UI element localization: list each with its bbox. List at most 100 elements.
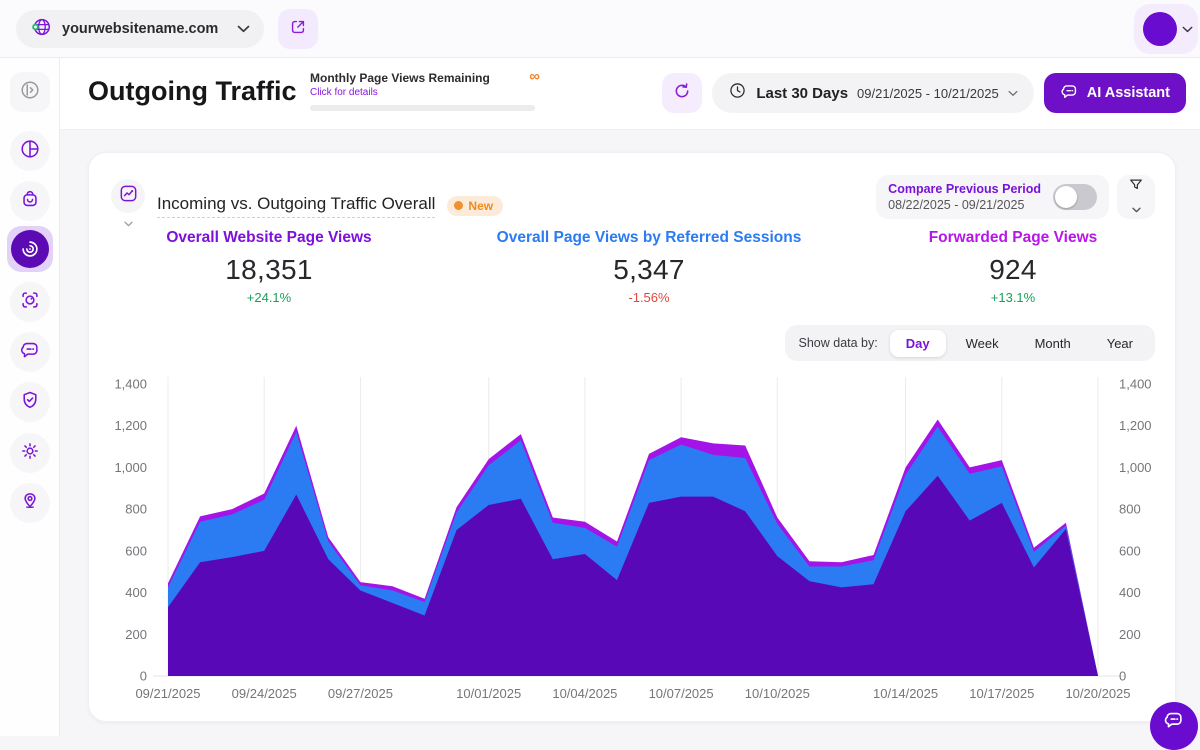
sidebar-item-settings[interactable] bbox=[10, 433, 50, 473]
sidebar-item-outgoing-traffic-active[interactable] bbox=[7, 226, 53, 272]
refresh-button[interactable] bbox=[662, 73, 702, 113]
traffic-swirl-icon bbox=[11, 230, 49, 268]
chat-bubble-icon bbox=[1163, 709, 1185, 736]
filter-button[interactable] bbox=[1117, 175, 1155, 219]
svg-text:1,000: 1,000 bbox=[114, 460, 147, 475]
stat-value: 924 bbox=[849, 254, 1177, 286]
sidebar-item-collapse[interactable] bbox=[10, 72, 50, 112]
new-badge: New bbox=[447, 196, 503, 216]
location-pin-icon bbox=[19, 490, 41, 517]
svg-text:800: 800 bbox=[125, 502, 147, 517]
gear-icon bbox=[19, 440, 41, 467]
show-data-by-label: Show data by: bbox=[799, 336, 878, 350]
sidebar-nav bbox=[0, 58, 60, 736]
chevron-down-icon bbox=[1008, 84, 1018, 102]
chat-bubble-icon bbox=[1060, 82, 1079, 105]
external-link-icon bbox=[288, 17, 308, 42]
focus-scan-icon bbox=[19, 289, 41, 316]
granularity-day[interactable]: Day bbox=[890, 330, 946, 357]
support-chat-fab[interactable] bbox=[1150, 702, 1198, 750]
stat-forwarded-page-views: Forwarded Page Views 924 +13.1% bbox=[849, 229, 1177, 305]
stat-label[interactable]: Overall Page Views by Referred Sessions bbox=[449, 229, 849, 247]
page-header: Outgoing Traffic Monthly Page Views Rema… bbox=[60, 58, 1200, 130]
svg-text:10/04/2025: 10/04/2025 bbox=[552, 686, 617, 701]
svg-text:400: 400 bbox=[1119, 585, 1141, 600]
svg-text:0: 0 bbox=[140, 669, 147, 684]
svg-text:1,400: 1,400 bbox=[1119, 377, 1152, 392]
date-preset-label: Last 30 Days bbox=[756, 85, 848, 102]
sidebar-item-scan[interactable] bbox=[10, 282, 50, 322]
chart-type-selector[interactable] bbox=[111, 179, 145, 232]
stat-delta: +13.1% bbox=[849, 290, 1177, 305]
compare-previous-period: Compare Previous Period 08/22/2025 - 09/… bbox=[876, 175, 1109, 219]
svg-text:10/10/2025: 10/10/2025 bbox=[745, 686, 810, 701]
orange-dot-icon bbox=[454, 201, 463, 210]
show-data-by-control: Show data by: Day Week Month Year bbox=[785, 325, 1156, 361]
monthly-views-label: Monthly Page Views Remaining bbox=[310, 71, 490, 85]
date-range-picker[interactable]: Last 30 Days 09/21/2025 - 10/21/2025 bbox=[712, 73, 1033, 113]
svg-text:10/07/2025: 10/07/2025 bbox=[649, 686, 714, 701]
sidebar-item-locations[interactable] bbox=[10, 483, 50, 523]
page-title: Outgoing Traffic bbox=[88, 76, 297, 107]
stat-delta: -1.56% bbox=[449, 290, 849, 305]
clock-icon bbox=[728, 81, 747, 105]
granularity-month[interactable]: Month bbox=[1019, 330, 1087, 357]
ai-assistant-button[interactable]: AI Assistant bbox=[1044, 73, 1186, 113]
top-bar: yourwebsitename.com bbox=[0, 0, 1200, 58]
svg-text:400: 400 bbox=[125, 585, 147, 600]
stat-delta: +24.1% bbox=[89, 290, 449, 305]
chat-bubble-icon bbox=[19, 339, 41, 366]
sidebar-item-store[interactable] bbox=[10, 181, 50, 221]
arrow-right-circle-icon bbox=[19, 79, 41, 106]
svg-text:600: 600 bbox=[1119, 543, 1141, 558]
stat-referred-sessions: Overall Page Views by Referred Sessions … bbox=[449, 229, 849, 305]
traffic-chart-svg: 0 0 200 200 400 400 600 600 800 800 1,000 1,000 1,20… bbox=[89, 371, 1177, 711]
avatar bbox=[1143, 12, 1177, 46]
traffic-chart[interactable]: 0 0 200 200 400 400 600 600 800 800 1,000 1,000 1,20… bbox=[89, 371, 1177, 711]
globe-icon bbox=[30, 16, 52, 43]
shopping-bag-icon bbox=[19, 188, 41, 215]
chevron-down-icon bbox=[1132, 200, 1141, 218]
pie-chart-icon bbox=[19, 138, 41, 165]
svg-text:09/24/2025: 09/24/2025 bbox=[232, 686, 297, 701]
compare-toggle[interactable] bbox=[1053, 184, 1097, 210]
stat-label[interactable]: Overall Website Page Views bbox=[89, 229, 449, 247]
svg-text:1,200: 1,200 bbox=[114, 418, 147, 433]
svg-text:10/14/2025: 10/14/2025 bbox=[873, 686, 938, 701]
shield-check-icon bbox=[19, 389, 41, 416]
monthly-views-progress-bar bbox=[310, 105, 535, 111]
stat-label[interactable]: Forwarded Page Views bbox=[849, 229, 1177, 247]
svg-text:1,400: 1,400 bbox=[114, 377, 147, 392]
sidebar-item-security[interactable] bbox=[10, 382, 50, 422]
stat-value: 5,347 bbox=[449, 254, 849, 286]
website-selector[interactable]: yourwebsitename.com bbox=[16, 10, 264, 48]
chevron-down-icon bbox=[1182, 20, 1193, 38]
svg-text:600: 600 bbox=[125, 543, 147, 558]
account-menu[interactable] bbox=[1134, 4, 1198, 54]
granularity-year[interactable]: Year bbox=[1091, 330, 1149, 357]
sidebar-item-dashboard[interactable] bbox=[10, 131, 50, 171]
date-range-value: 09/21/2025 - 10/21/2025 bbox=[857, 86, 999, 101]
open-website-button[interactable] bbox=[278, 9, 318, 49]
refresh-icon bbox=[672, 81, 692, 106]
funnel-icon bbox=[1127, 176, 1145, 199]
svg-text:1,000: 1,000 bbox=[1119, 460, 1152, 475]
traffic-overview-card: Incoming vs. Outgoing Traffic Overall Ne… bbox=[88, 152, 1176, 722]
compare-range: 08/22/2025 - 09/21/2025 bbox=[888, 198, 1041, 212]
stat-value: 18,351 bbox=[89, 254, 449, 286]
stat-overall-page-views: Overall Website Page Views 18,351 +24.1% bbox=[89, 229, 449, 305]
monthly-page-views-widget[interactable]: Monthly Page Views Remaining Click for d… bbox=[310, 71, 540, 111]
website-name: yourwebsitename.com bbox=[62, 21, 227, 37]
granularity-week[interactable]: Week bbox=[950, 330, 1015, 357]
svg-text:800: 800 bbox=[1119, 502, 1141, 517]
svg-text:0: 0 bbox=[1119, 669, 1126, 684]
card-title: Incoming vs. Outgoing Traffic Overall bbox=[157, 194, 435, 218]
svg-text:1,200: 1,200 bbox=[1119, 418, 1152, 433]
svg-text:10/20/2025: 10/20/2025 bbox=[1065, 686, 1130, 701]
svg-text:200: 200 bbox=[125, 627, 147, 642]
sidebar-item-messages[interactable] bbox=[10, 332, 50, 372]
click-for-details-link[interactable]: Click for details bbox=[310, 87, 490, 98]
svg-text:200: 200 bbox=[1119, 627, 1141, 642]
stats-row: Overall Website Page Views 18,351 +24.1%… bbox=[89, 229, 1177, 305]
infinity-icon: ∞ bbox=[529, 71, 540, 83]
